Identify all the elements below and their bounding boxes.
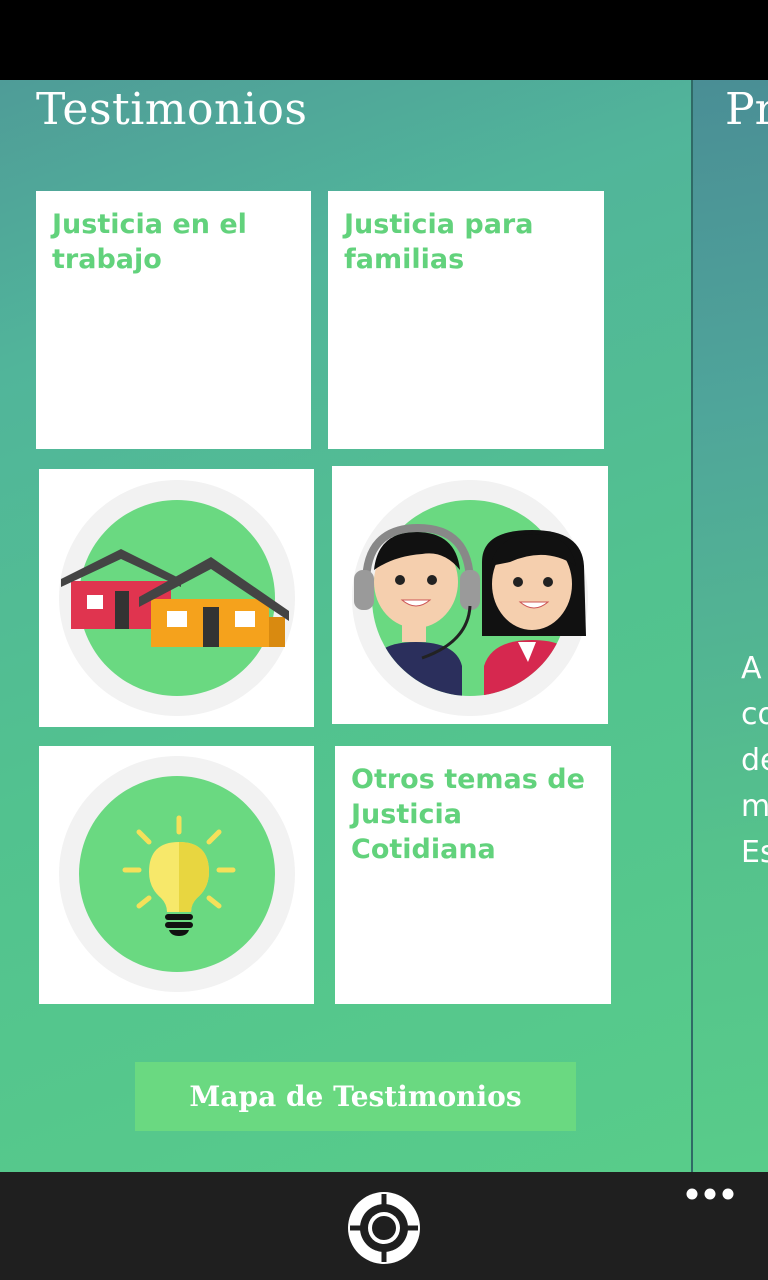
- tile-atencion[interactable]: [332, 466, 608, 724]
- map-testimonios-button[interactable]: Mapa de Testimonios: [135, 1062, 576, 1131]
- lifebuoy-icon[interactable]: [346, 1190, 422, 1266]
- next-text-line: de: [741, 743, 768, 778]
- page-title: Testimonios: [36, 84, 308, 135]
- tile-label: Otros temas de Justicia Cotidiana: [351, 764, 585, 865]
- tile-justicia-trabajo[interactable]: Justicia en el trabajo: [36, 191, 311, 449]
- next-text-line: A: [741, 651, 762, 686]
- helpline-people-icon: [352, 480, 588, 716]
- tile-otros-temas[interactable]: Otros temas de Justicia Cotidiana: [335, 746, 611, 1004]
- more-options-icon[interactable]: [684, 1186, 736, 1202]
- tile-label: Justicia en el trabajo: [52, 209, 247, 275]
- tile-ideas[interactable]: [39, 746, 314, 1004]
- houses-icon: [59, 480, 295, 716]
- next-panel-text: A co de m Es: [741, 646, 768, 876]
- tile-label: Justicia para familias: [344, 209, 534, 275]
- next-text-line: Es: [741, 835, 768, 870]
- lightbulb-icon: [59, 756, 295, 992]
- next-text-line: co: [741, 697, 768, 732]
- status-bar: [0, 0, 768, 80]
- tile-justicia-familias[interactable]: Justicia para familias: [328, 191, 604, 449]
- testimonios-panel: Testimonios Justicia en el trabajo Justi…: [0, 80, 692, 1172]
- next-text-line: m: [741, 789, 768, 824]
- tile-vivienda[interactable]: [39, 469, 314, 727]
- app-bar: [0, 1172, 768, 1280]
- next-panel-title: Pr: [725, 84, 768, 135]
- next-panel-preview[interactable]: Pr A co de m Es: [693, 80, 768, 1172]
- panorama[interactable]: Testimonios Justicia en el trabajo Justi…: [0, 80, 768, 1172]
